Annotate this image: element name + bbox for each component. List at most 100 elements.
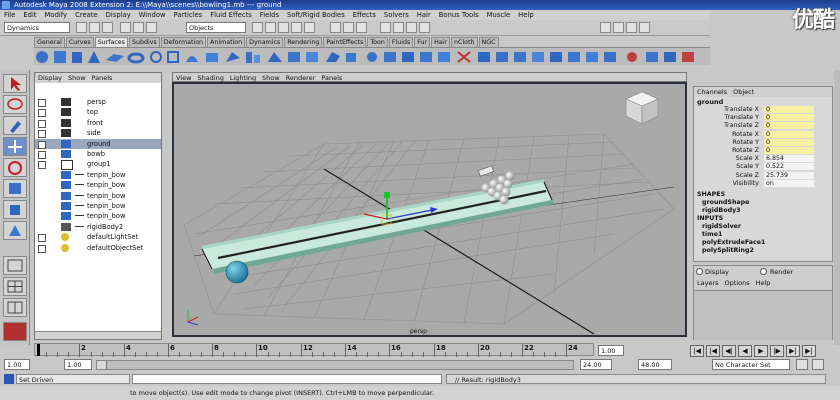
channel-value-field[interactable]: 0	[764, 122, 814, 130]
rotate-tool-icon[interactable]	[3, 158, 27, 177]
channel-value-field[interactable]: 0	[764, 114, 814, 122]
input-node[interactable]: polyExtrudeFace1	[702, 239, 765, 246]
shelf-tab-toon[interactable]: Toon	[367, 37, 388, 47]
channel-row[interactable]: Translate Y 0	[694, 114, 832, 122]
menu-muscle[interactable]: Muscle	[483, 10, 515, 20]
snap-point-icon[interactable]	[278, 22, 289, 33]
planar-shelf-icon[interactable]	[226, 52, 240, 62]
step-back-key-button[interactable]: |◀	[706, 345, 720, 357]
input-node[interactable]: time1	[702, 231, 722, 238]
menu-particles[interactable]: Particles	[170, 10, 207, 20]
new-scene-icon[interactable]	[76, 22, 87, 33]
last-tool-icon[interactable]	[3, 221, 27, 240]
render-frame-icon[interactable]	[393, 22, 404, 33]
shelf-tab-hair[interactable]: Hair	[431, 37, 451, 47]
layers-menu-options[interactable]: Options	[722, 279, 753, 287]
character-set-dropdown[interactable]: No Character Set	[712, 359, 790, 370]
expand-box-icon[interactable]	[38, 119, 46, 128]
align-shelf-icon[interactable]	[478, 52, 490, 62]
range-slider[interactable]	[96, 360, 574, 370]
preferences-icon[interactable]	[812, 359, 824, 370]
torus-shelf-icon[interactable]	[127, 52, 145, 64]
channel-row[interactable]: Rotate X 0	[694, 130, 832, 139]
channel-row[interactable]: Scale X 6.854	[694, 155, 832, 163]
square-surface-shelf-icon[interactable]	[306, 52, 318, 62]
play-backwards-button[interactable]: ◀	[738, 345, 752, 357]
select-object-icon[interactable]	[133, 22, 144, 33]
range-end-field[interactable]: 24.00	[580, 359, 612, 370]
make-live-icon[interactable]	[304, 22, 315, 33]
layers-menu-layers[interactable]: Layers	[694, 279, 722, 287]
detach-shelf-icon[interactable]	[457, 51, 471, 63]
menu-window[interactable]: Window	[135, 10, 170, 20]
expand-box-icon[interactable]	[38, 151, 46, 159]
menu-solvers[interactable]: Solvers	[380, 10, 413, 20]
insert-isoparm-shelf-icon[interactable]	[568, 52, 580, 62]
channel-value-field[interactable]: 0	[764, 106, 814, 113]
view-cube[interactable]	[625, 91, 659, 125]
menu-help[interactable]: Help	[514, 10, 538, 20]
construction-history-icon[interactable]	[356, 22, 367, 33]
manipulator-tool-icon[interactable]	[3, 200, 27, 219]
input-node[interactable]: rigidSolver	[702, 223, 741, 230]
shelf-tab-curves[interactable]: Curves	[65, 37, 94, 47]
menuset-dropdown[interactable]: Dynamics	[4, 22, 70, 33]
move-tool-icon[interactable]	[3, 137, 27, 156]
cube-shelf-icon[interactable]	[54, 51, 66, 63]
outliner-item[interactable]: tenpin_bow	[35, 180, 161, 190]
command-input[interactable]	[132, 374, 442, 384]
select-hierarchy-icon[interactable]	[120, 22, 131, 33]
trim-shelf-icon[interactable]	[402, 52, 414, 62]
expand-box-icon[interactable]	[38, 99, 46, 107]
expand-box-icon[interactable]	[38, 161, 46, 170]
menu-fluid-effects[interactable]: Fluid Effects	[206, 10, 256, 20]
auto-key-icon[interactable]	[796, 359, 808, 370]
attribute-editor-toggle-icon[interactable]	[613, 22, 624, 33]
menu-modify[interactable]: Modify	[41, 10, 72, 20]
bowling-ball[interactable]	[225, 260, 249, 284]
convert-shelf-icon[interactable]	[646, 52, 658, 62]
render-settings-icon[interactable]	[419, 22, 430, 33]
viewport-menu-panels[interactable]: Panels	[318, 74, 345, 82]
shelf-tab-ncloth[interactable]: nCloth	[451, 37, 478, 47]
outliner-item[interactable]: tenpin_bow	[35, 201, 161, 211]
revolve-shelf-icon[interactable]	[186, 56, 198, 62]
snap-curve-icon[interactable]	[265, 22, 276, 33]
snap-view-plane-icon[interactable]	[291, 22, 302, 33]
channel-row[interactable]: Visibility on	[694, 179, 832, 188]
select-component-icon[interactable]	[146, 22, 157, 33]
shelf-tab-ngc[interactable]: NGC	[478, 37, 499, 47]
expand-box-icon[interactable]	[38, 234, 46, 243]
menu-edit[interactable]: Edit	[19, 10, 40, 20]
outliner-menu-show[interactable]: Show	[65, 74, 89, 82]
script-editor-icon[interactable]	[4, 374, 14, 384]
viewport-menu-lighting[interactable]: Lighting	[227, 74, 259, 82]
square-shelf-icon[interactable]	[167, 51, 179, 63]
range-inner-start-field[interactable]: 1.00	[64, 359, 92, 370]
lasso-tool-icon[interactable]	[3, 95, 27, 114]
channel-value-field[interactable]: 0.522	[764, 163, 814, 171]
menu-effects[interactable]: Effects	[349, 10, 380, 20]
channel-row[interactable]: Translate X 0	[694, 106, 832, 114]
current-time-marker[interactable]	[37, 344, 40, 356]
render-radio[interactable]	[760, 268, 767, 275]
menu-create[interactable]: Create	[71, 10, 102, 20]
snap-grid-icon[interactable]	[252, 22, 263, 33]
shape-node[interactable]: groundShape	[702, 199, 749, 206]
menu-soft-rigid-bodies[interactable]: Soft/Rigid Bodies	[283, 10, 349, 20]
channel-row[interactable]: Scale Z 25.739	[694, 171, 832, 180]
layer-editor-toggle-icon[interactable]	[639, 22, 650, 33]
outliner-item[interactable]: tenpin_bow	[35, 211, 161, 221]
boundary-shelf-icon[interactable]	[288, 52, 300, 62]
range-inner-end-field[interactable]: 48.00	[638, 359, 672, 370]
channel-value-field[interactable]: 0	[764, 147, 814, 154]
extend-shelf-icon[interactable]	[586, 52, 598, 62]
time-slider[interactable]: 2 4 6 8 10 12 14 16 18 20 22 24	[34, 343, 594, 357]
untrim-shelf-icon[interactable]	[420, 52, 432, 62]
selection-mode-dropdown[interactable]: Objects	[186, 22, 246, 33]
outliner-item[interactable]: top	[35, 107, 161, 118]
menu-hair[interactable]: Hair	[413, 10, 435, 20]
select-tool-icon[interactable]	[3, 74, 27, 93]
fillet-shelf-icon[interactable]	[514, 52, 526, 62]
channel-box-toggle-icon[interactable]	[600, 22, 611, 33]
